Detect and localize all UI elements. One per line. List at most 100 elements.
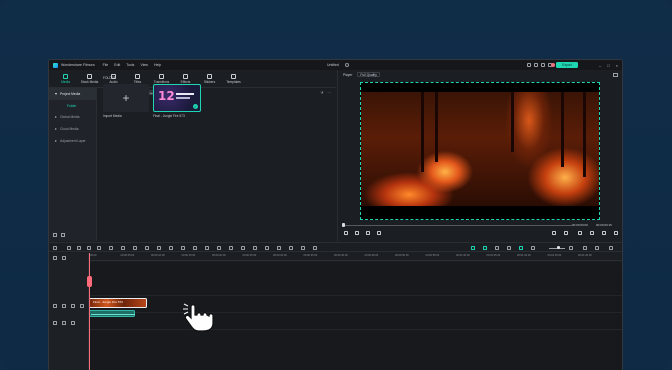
- stabilize-icon[interactable]: [229, 245, 233, 250]
- link-icon[interactable]: [62, 256, 66, 260]
- audio-stretch-icon[interactable]: [289, 245, 293, 250]
- lock-icon[interactable]: [62, 304, 66, 308]
- undo-icon[interactable]: [67, 245, 71, 250]
- chevron-right-icon: [55, 116, 57, 118]
- mark-in-icon[interactable]: [552, 231, 556, 235]
- color-icon[interactable]: [169, 245, 173, 250]
- export-button[interactable]: Export: [556, 62, 578, 68]
- close-icon[interactable]: ×: [616, 63, 618, 68]
- tab-stickers[interactable]: Stickers: [199, 70, 220, 87]
- account-icon[interactable]: [534, 62, 538, 67]
- transitions-icon: [159, 73, 164, 79]
- timer-icon[interactable]: [193, 245, 197, 250]
- save-status-icon: [345, 62, 349, 67]
- split-icon[interactable]: [97, 245, 101, 250]
- sidebar-item-project-media[interactable]: Project Media: [49, 88, 96, 100]
- zoom-in-icon[interactable]: [569, 245, 573, 250]
- menu-tools[interactable]: Tools: [126, 63, 134, 67]
- volume-icon[interactable]: [602, 231, 606, 235]
- player-tab[interactable]: Player: [343, 73, 352, 77]
- avatar[interactable]: [551, 63, 555, 67]
- add-track-icon[interactable]: [53, 256, 57, 260]
- media-thumbnail[interactable]: 12 ✓: [153, 84, 201, 112]
- mute-icon[interactable]: [80, 304, 84, 308]
- timeline-tracks[interactable]: [89, 262, 622, 370]
- render-icon[interactable]: [471, 245, 475, 250]
- freeze-frame-icon[interactable]: [253, 245, 257, 250]
- display-icon[interactable]: [578, 231, 582, 235]
- marker-icon[interactable]: [495, 245, 499, 250]
- fullscreen-icon[interactable]: [614, 231, 618, 235]
- green-screen-icon[interactable]: [265, 245, 269, 250]
- text-icon[interactable]: [133, 245, 137, 250]
- speaker-icon[interactable]: [71, 321, 75, 325]
- play-icon[interactable]: [366, 231, 370, 235]
- playhead-handle[interactable]: [87, 276, 92, 287]
- tab-templates[interactable]: Templates: [223, 70, 244, 87]
- crop-icon[interactable]: [109, 245, 113, 250]
- audio-detach-icon[interactable]: [217, 245, 221, 250]
- playhead[interactable]: [89, 253, 90, 370]
- audio-clip[interactable]: [89, 310, 135, 317]
- filter-icon[interactable]: ⧩: [320, 91, 323, 95]
- tab-stock-media[interactable]: Stock Media: [79, 70, 100, 87]
- player-header: Player Full Quality: [338, 70, 622, 79]
- motion-track-icon[interactable]: [241, 245, 245, 250]
- zoom-out-icon[interactable]: [531, 245, 535, 250]
- sidebar-item-cloud-media[interactable]: Cloud Media: [49, 123, 96, 135]
- stickers-icon: [207, 73, 212, 79]
- settings-icon[interactable]: [541, 62, 545, 67]
- more-tools-icon[interactable]: [301, 245, 305, 250]
- stop-icon[interactable]: [377, 231, 381, 235]
- mark-out-icon[interactable]: [564, 231, 568, 235]
- layout-icon[interactable]: [527, 62, 531, 67]
- more-icon[interactable]: ⋯: [328, 91, 332, 95]
- snap-icon[interactable]: [519, 245, 523, 250]
- snapshot-camera-icon[interactable]: [590, 231, 594, 235]
- step-back-icon[interactable]: [355, 231, 359, 235]
- sidebar-item-global-media[interactable]: Global Media: [49, 111, 96, 123]
- voiceover-icon[interactable]: [507, 245, 511, 250]
- previous-frame-icon[interactable]: [344, 231, 348, 235]
- folder-icon[interactable]: [61, 233, 65, 237]
- media-clip-name: Final - Jungle Fire 573: [153, 114, 185, 118]
- video-clip[interactable]: Final - Jungle Fire 573: [89, 298, 147, 308]
- import-media-tile[interactable]: +: [103, 84, 149, 112]
- minimize-icon[interactable]: –: [599, 63, 601, 68]
- snapshot-icon[interactable]: [613, 72, 618, 77]
- shield-icon[interactable]: [483, 245, 487, 250]
- quality-dropdown[interactable]: Full Quality: [357, 72, 380, 77]
- video-track[interactable]: [89, 296, 622, 313]
- sidebar-item-adjustment-layer[interactable]: Adjustment Layer: [49, 135, 96, 147]
- keyframe-icon[interactable]: [181, 245, 185, 250]
- new-folder-icon[interactable]: [53, 233, 57, 237]
- tab-media[interactable]: Media: [55, 70, 76, 87]
- layout-grid-icon[interactable]: [53, 245, 57, 250]
- sidebar-item-folder[interactable]: Folder: [49, 100, 96, 111]
- fit-timeline-icon[interactable]: [583, 245, 587, 250]
- audio-track[interactable]: [89, 313, 622, 330]
- preview-screen[interactable]: [360, 82, 600, 220]
- preview-scrubber[interactable]: 00:00:00:00 00:00:00:15: [342, 222, 620, 228]
- timeline-ruler[interactable]: 00:00 00:00:05:00 00:00:10:00 00:00:15:00 00…: [89, 253, 622, 261]
- redo-icon[interactable]: [77, 245, 81, 250]
- menu-file[interactable]: File: [103, 63, 109, 67]
- zoom-clip-icon[interactable]: [121, 245, 125, 250]
- speed-icon[interactable]: [157, 245, 161, 250]
- timeline-settings-icon[interactable]: [609, 245, 613, 250]
- delete-icon[interactable]: [87, 245, 91, 250]
- chevron-down-icon: [55, 93, 57, 95]
- menu-view[interactable]: View: [140, 63, 148, 67]
- mic-icon[interactable]: [313, 245, 317, 250]
- maximize-icon[interactable]: □: [607, 63, 609, 68]
- menu-edit[interactable]: Edit: [114, 63, 120, 67]
- menu-help[interactable]: Help: [154, 63, 161, 67]
- mask-icon[interactable]: [145, 245, 149, 250]
- grid-view-icon[interactable]: [595, 245, 599, 250]
- scrubber-handle[interactable]: [342, 223, 345, 227]
- transform-icon[interactable]: [205, 245, 209, 250]
- zoom-slider-handle[interactable]: [557, 246, 560, 249]
- eye-icon[interactable]: [71, 304, 75, 308]
- lock-icon[interactable]: [62, 321, 66, 325]
- ai-tools-icon[interactable]: [277, 245, 281, 250]
